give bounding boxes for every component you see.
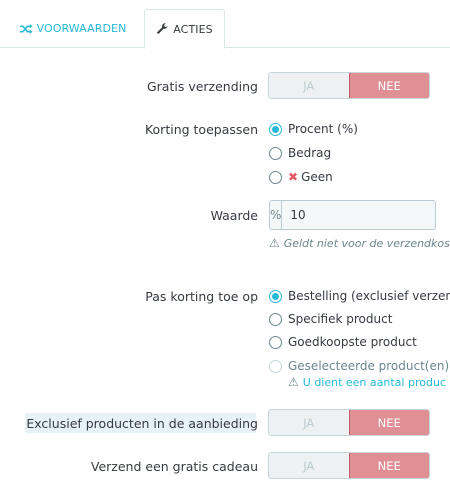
radio-cheapest-product[interactable]: Goedkoopste product (269, 335, 417, 349)
radio-amount[interactable]: Bedrag (269, 146, 331, 160)
exclude-discounted-label: Exclusief producten in de aanbieding (26, 416, 258, 431)
warning-icon: ⚠ (269, 236, 280, 250)
selected-products-help: ⚠ U dient een aantal produc (288, 375, 446, 389)
tab-voorwaarden-label: VOORWAARDEN (36, 22, 127, 35)
free-gift-label: Verzend een gratis cadeau (90, 459, 258, 474)
radio-button[interactable] (269, 170, 282, 184)
radio-selected-products: Geselecteerde product(en) (269, 359, 449, 373)
value-help: ⚠ Geldt niet voor de verzendkoste (269, 236, 450, 250)
wrench-icon (157, 23, 168, 34)
selected-products-help-text[interactable]: U dient een aantal produc (303, 376, 446, 389)
exclude-discounted-yes-option[interactable]: JA (269, 410, 349, 435)
radio-cheapest-product-label: Goedkoopste product (288, 335, 417, 349)
radio-none[interactable]: ✖ Geen (269, 170, 333, 184)
radio-button[interactable] (269, 146, 282, 160)
radio-order[interactable]: Bestelling (exclusief verzendk (269, 289, 450, 303)
free-gift-yes-option[interactable]: JA (269, 453, 349, 478)
free-gift-no-option[interactable]: NEE (348, 453, 429, 478)
value-input[interactable] (282, 201, 435, 229)
radio-selected-products-label: Geselecteerde product(en) (288, 359, 450, 373)
radio-order-label: Bestelling (exclusief verzendk (288, 289, 450, 303)
radio-button[interactable] (269, 312, 282, 326)
free-shipping-yes-option[interactable]: JA (269, 73, 349, 98)
warning-icon: ⚠ (288, 375, 299, 389)
tab-acties-label: ACTIES (173, 22, 213, 36)
percent-addon: % (270, 201, 283, 229)
radio-button (269, 359, 282, 373)
radio-button[interactable] (269, 122, 282, 136)
value-label: Waarde (210, 208, 258, 223)
value-input-group: % (269, 200, 436, 230)
radio-amount-label: Bedrag (288, 146, 332, 160)
exclude-discounted-no-option[interactable]: NEE (348, 410, 429, 435)
radio-button[interactable] (269, 289, 282, 303)
apply-discount-to-label: Pas korting toe op (145, 289, 258, 304)
radio-none-label: Geen (301, 170, 333, 184)
free-shipping-label: Gratis verzending (146, 79, 258, 94)
tab-bar: VOORWAARDEN ACTIES (0, 0, 450, 49)
shuffle-icon (19, 23, 33, 34)
tab-acties[interactable]: ACTIES (144, 9, 225, 49)
apply-discount-label: Korting toepassen (144, 122, 258, 137)
free-gift-toggle[interactable]: JA NEE (268, 452, 430, 479)
exclude-discounted-toggle[interactable]: JA NEE (268, 409, 430, 436)
radio-specific-product-label: Specifiek product (288, 312, 393, 326)
tab-voorwaarden[interactable]: VOORWAARDEN (14, 9, 132, 48)
radio-percent-label: Procent (%) (288, 122, 358, 136)
radio-specific-product[interactable]: Specifiek product (269, 312, 392, 326)
radio-button[interactable] (269, 335, 282, 349)
free-shipping-no-option[interactable]: NEE (348, 73, 429, 98)
close-icon: ✖ (288, 170, 299, 184)
free-shipping-toggle[interactable]: JA NEE (268, 72, 430, 99)
value-help-text: Geldt niet voor de verzendkoste (283, 236, 450, 250)
radio-percent[interactable]: Procent (%) (269, 122, 358, 136)
